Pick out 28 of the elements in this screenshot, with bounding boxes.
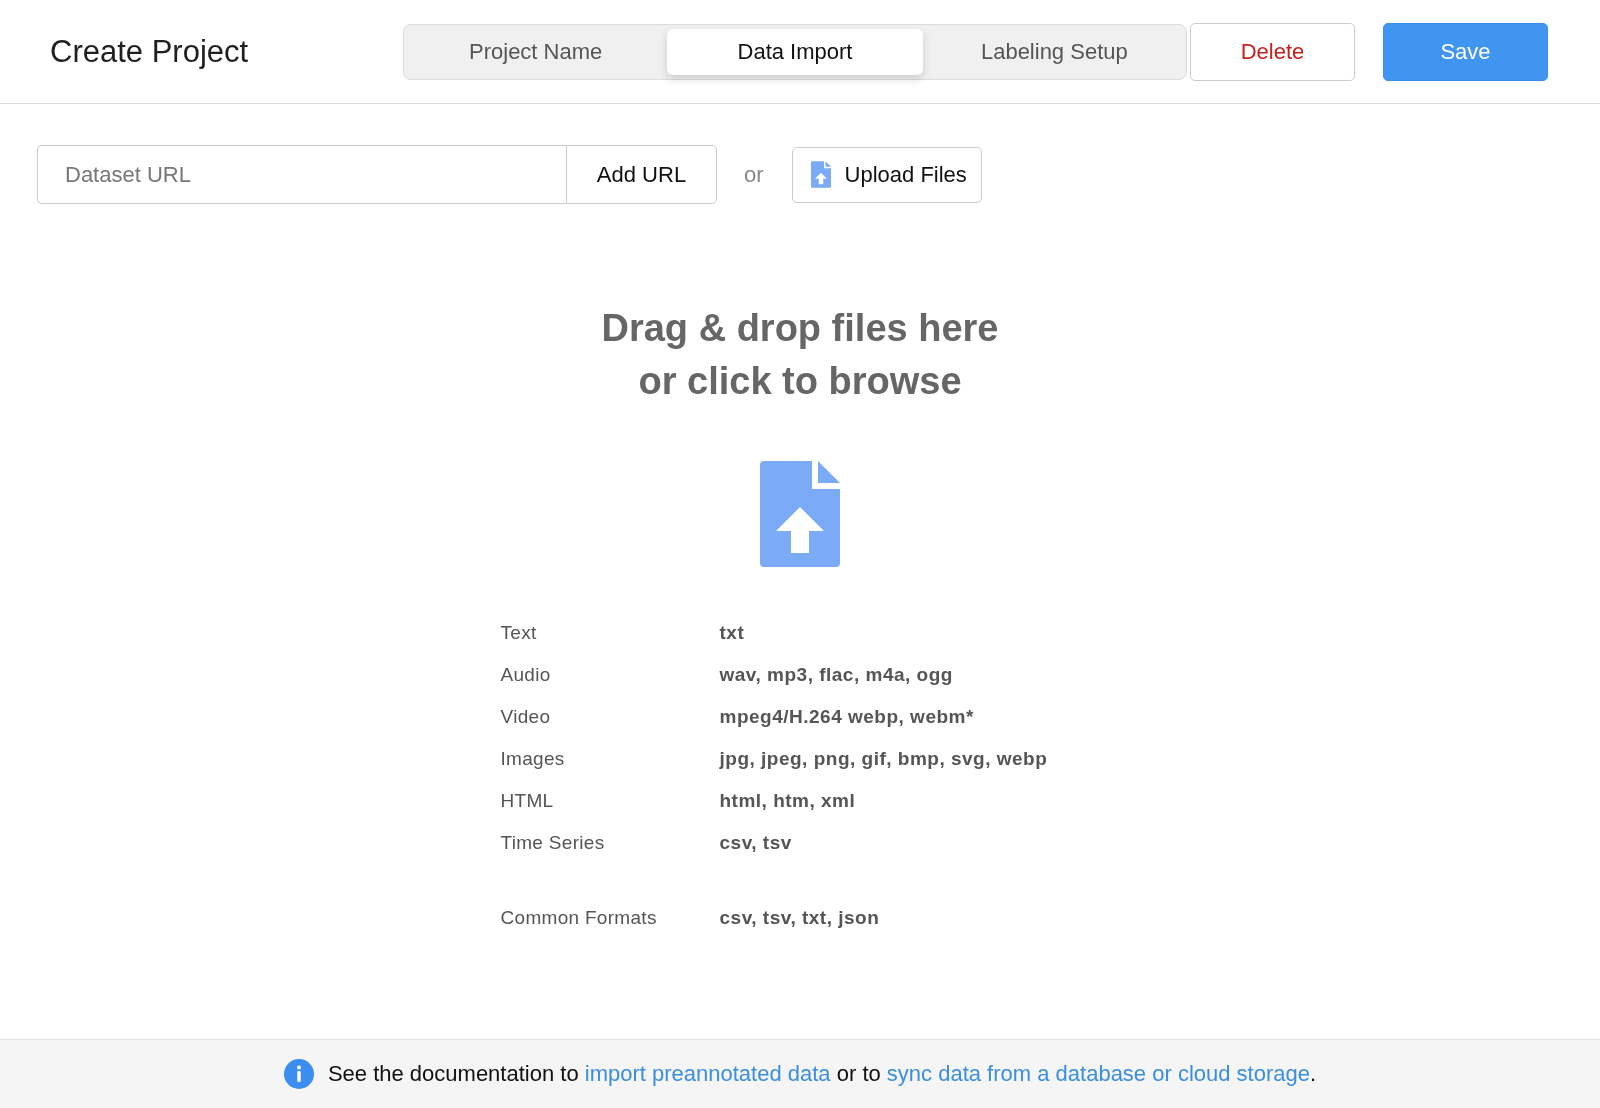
- format-extensions: csv, tsv: [719, 832, 793, 854]
- format-extensions: txt: [719, 622, 746, 644]
- upload-button[interactable]: Upload Files: [791, 146, 982, 203]
- info-icon: [283, 1059, 314, 1089]
- format-type: Text: [500, 622, 538, 644]
- url-field[interactable]: Dataset URL: [37, 145, 566, 204]
- step-tab[interactable]: Project Name: [408, 28, 664, 75]
- format-extensions: jpg, jpeg, png, gif, bmp, svg, webp: [719, 748, 1049, 770]
- add-url-button[interactable]: Add URL: [566, 145, 717, 204]
- format-type: HTML: [500, 790, 555, 812]
- format-type: Time Series: [500, 832, 606, 854]
- step-tab[interactable]: Data Import: [667, 28, 923, 75]
- documentation-note: See the documentation to import preannotated data or to sync data from a database or cloud storage.: [327, 1061, 1317, 1087]
- page-title: Create Project: [50, 33, 250, 70]
- format-type: Images: [500, 748, 566, 770]
- format-extensions: html, htm, xml: [719, 790, 857, 812]
- format-extensions: mpeg4/H.264 webp, webm*: [719, 706, 975, 728]
- file-upload-icon: [760, 461, 840, 567]
- format-type: Video: [500, 706, 552, 728]
- dropzone-heading: Drag & drop files here or click to browse: [601, 306, 999, 404]
- step-tab[interactable]: Labeling Setup: [926, 28, 1182, 75]
- format-extensions: wav, mp3, flac, m4a, ogg: [719, 664, 954, 686]
- format-extensions: csv, tsv, txt, json: [719, 907, 881, 929]
- separator-text: or: [744, 161, 764, 188]
- delete-button[interactable]: Delete: [1190, 22, 1355, 81]
- format-type: Common Formats: [500, 907, 658, 929]
- file-upload-icon: [810, 161, 831, 188]
- format-type: Audio: [500, 664, 552, 686]
